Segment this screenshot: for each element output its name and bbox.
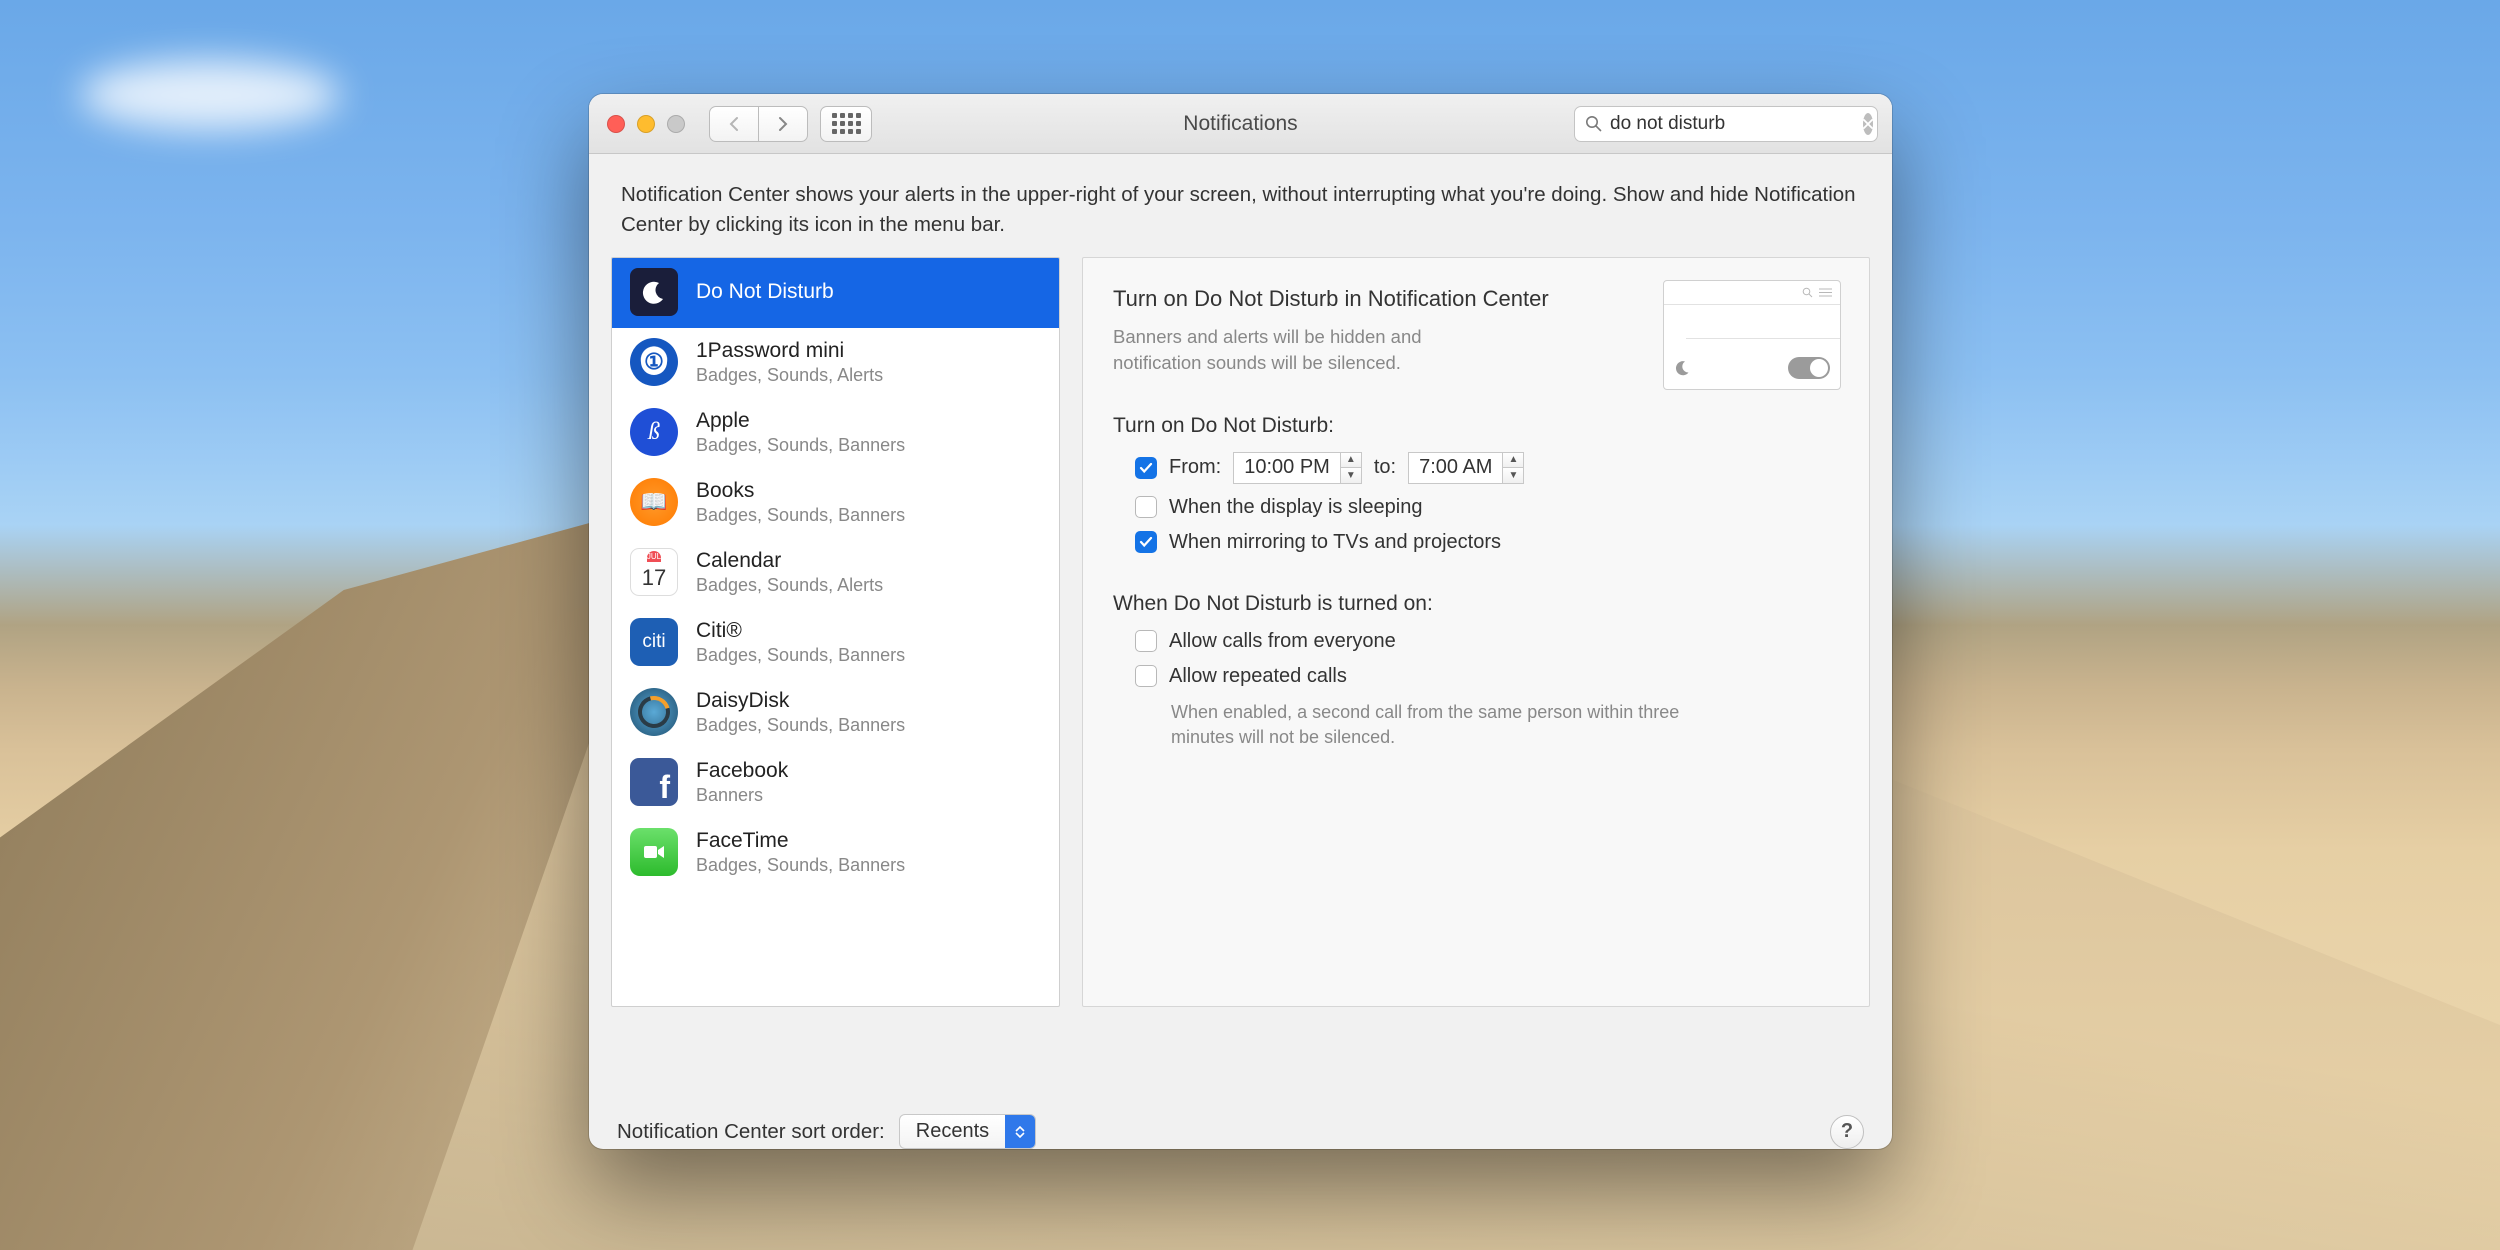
- back-button[interactable]: [709, 106, 759, 142]
- app-icon-books: 📖: [630, 478, 678, 526]
- footer: Notification Center sort order: Recents …: [589, 1094, 1892, 1149]
- search-field[interactable]: [1574, 106, 1878, 142]
- display-sleeping-checkbox[interactable]: [1135, 496, 1157, 518]
- sidebar-item-apple[interactable]: ß AppleBadges, Sounds, Banners: [612, 398, 1059, 468]
- sidebar-item-subtitle: Badges, Sounds, Banners: [696, 855, 905, 876]
- sidebar-item-label: Books: [696, 479, 905, 503]
- mirroring-checkbox[interactable]: [1135, 531, 1157, 553]
- sidebar-item-cal[interactable]: JUL17 CalendarBadges, Sounds, Alerts: [612, 538, 1059, 608]
- grid-icon: [832, 113, 861, 134]
- app-icon-dnd: [630, 268, 678, 316]
- moon-icon: [1674, 360, 1690, 376]
- sidebar-item-subtitle: Badges, Sounds, Banners: [696, 505, 905, 526]
- search-icon: [1802, 287, 1813, 298]
- search-icon: [1585, 115, 1602, 132]
- from-time-stepper[interactable]: ▲▼: [1340, 453, 1361, 483]
- list-icon: [1819, 287, 1832, 298]
- app-icon-daisy: [630, 688, 678, 736]
- app-icon-apple: ß: [630, 408, 678, 456]
- app-icon-fb: f: [630, 758, 678, 806]
- allow-everyone-checkbox[interactable]: [1135, 630, 1157, 652]
- app-icon-1p: ①: [630, 338, 678, 386]
- detail-heading-hint: Banners and alerts will be hidden and no…: [1113, 324, 1493, 376]
- allow-repeated-hint: When enabled, a second call from the sam…: [1171, 700, 1731, 750]
- forward-button[interactable]: [758, 106, 808, 142]
- sort-order-value: Recents: [900, 1115, 1005, 1148]
- sidebar-item-label: Apple: [696, 409, 905, 433]
- window-controls: [607, 115, 685, 133]
- sort-order-label: Notification Center sort order:: [617, 1120, 885, 1144]
- detail-pane: Turn on Do Not Disturb in Notification C…: [1082, 257, 1870, 1007]
- allow-repeated-checkbox[interactable]: [1135, 665, 1157, 687]
- sidebar-item-subtitle: Banners: [696, 785, 788, 806]
- from-time-field[interactable]: 10:00 PM ▲▼: [1233, 452, 1362, 484]
- sidebar-item-citi[interactable]: citi Citi®Badges, Sounds, Banners: [612, 608, 1059, 678]
- preview-toggle: [1788, 357, 1830, 379]
- to-time-field[interactable]: 7:00 AM ▲▼: [1408, 452, 1524, 484]
- app-icon-cal: JUL17: [630, 548, 678, 596]
- sidebar-item-label: Do Not Disturb: [696, 280, 834, 304]
- sidebar-item-label: DaisyDisk: [696, 689, 905, 713]
- show-all-button[interactable]: [820, 106, 872, 142]
- sidebar-item-ft[interactable]: FaceTimeBadges, Sounds, Banners: [612, 818, 1059, 888]
- sidebar-item-label: Citi®: [696, 619, 905, 643]
- sidebar-item-subtitle: Badges, Sounds, Banners: [696, 435, 905, 456]
- to-label: to:: [1374, 456, 1396, 479]
- clear-search-button[interactable]: [1863, 113, 1873, 135]
- sidebar-item-subtitle: Badges, Sounds, Banners: [696, 645, 905, 666]
- sidebar-item-label: 1Password mini: [696, 339, 883, 363]
- zoom-button[interactable]: [667, 115, 685, 133]
- to-time-value[interactable]: 7:00 AM: [1409, 456, 1502, 479]
- sidebar-item-label: FaceTime: [696, 829, 905, 853]
- sidebar-item-label: Facebook: [696, 759, 788, 783]
- nav-segment: [709, 106, 808, 142]
- sidebar-item-daisy[interactable]: DaisyDiskBadges, Sounds, Banners: [612, 678, 1059, 748]
- sidebar-item-label: Calendar: [696, 549, 883, 573]
- select-arrows-icon: [1005, 1115, 1035, 1148]
- from-checkbox[interactable]: [1135, 457, 1157, 479]
- app-icon-ft: [630, 828, 678, 876]
- allow-repeated-label: Allow repeated calls: [1169, 665, 1347, 688]
- mirroring-label: When mirroring to TVs and projectors: [1169, 531, 1501, 554]
- sidebar-item-1p[interactable]: ① 1Password miniBadges, Sounds, Alerts: [612, 328, 1059, 398]
- turn-on-title: Turn on Do Not Disturb:: [1113, 414, 1839, 438]
- intro-text: Notification Center shows your alerts in…: [589, 154, 1892, 257]
- sort-order-select[interactable]: Recents: [899, 1114, 1036, 1149]
- allow-everyone-label: Allow calls from everyone: [1169, 630, 1396, 653]
- notification-center-preview: [1663, 280, 1841, 390]
- help-button[interactable]: ?: [1830, 1115, 1864, 1149]
- to-time-stepper[interactable]: ▲▼: [1502, 453, 1523, 483]
- sidebar-item-subtitle: Badges, Sounds, Banners: [696, 715, 905, 736]
- minimize-button[interactable]: [637, 115, 655, 133]
- sidebar-item-fb[interactable]: f FacebookBanners: [612, 748, 1059, 818]
- search-input[interactable]: [1610, 113, 1855, 135]
- app-list[interactable]: Do Not Disturb①1Password miniBadges, Sou…: [611, 257, 1060, 1007]
- display-sleeping-label: When the display is sleeping: [1169, 496, 1422, 519]
- sidebar-item-books[interactable]: 📖 BooksBadges, Sounds, Banners: [612, 468, 1059, 538]
- app-icon-citi: citi: [630, 618, 678, 666]
- sidebar-item-subtitle: Badges, Sounds, Alerts: [696, 575, 883, 596]
- desktop-cloud: [80, 60, 340, 130]
- sidebar-item-dnd[interactable]: Do Not Disturb: [612, 258, 1059, 328]
- titlebar: Notifications: [589, 94, 1892, 154]
- close-button[interactable]: [607, 115, 625, 133]
- when-on-title: When Do Not Disturb is turned on:: [1113, 592, 1839, 616]
- preferences-window: Notifications Notification Center shows …: [589, 94, 1892, 1149]
- from-label: From:: [1169, 456, 1221, 479]
- sidebar-item-subtitle: Badges, Sounds, Alerts: [696, 365, 883, 386]
- from-time-value[interactable]: 10:00 PM: [1234, 456, 1340, 479]
